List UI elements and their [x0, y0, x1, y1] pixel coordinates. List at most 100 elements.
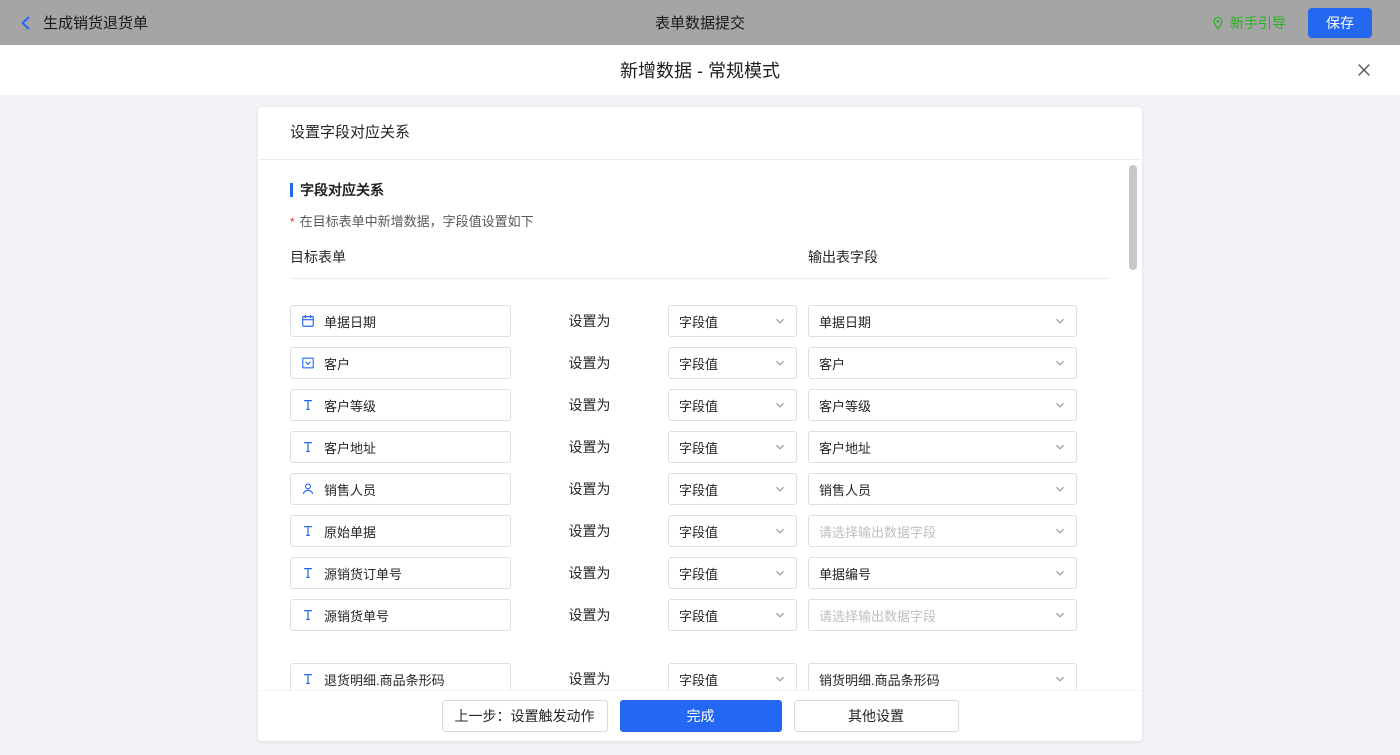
card-footer: 上一步：设置触发动作 完成 其他设置	[258, 690, 1142, 741]
value-mode-label: 字段值	[679, 566, 719, 582]
chevron-down-icon	[1054, 483, 1066, 495]
column-header-target-form: 目标表单	[290, 249, 346, 265]
location-pin-icon	[1211, 16, 1225, 30]
value-mode-label: 字段值	[679, 524, 719, 540]
card-header: 设置字段对应关系	[258, 107, 1142, 160]
value-mode-label: 字段值	[679, 356, 719, 372]
subform-group-gap	[290, 641, 1110, 663]
close-button[interactable]	[1352, 58, 1376, 82]
value-mode-label: 字段值	[679, 398, 719, 414]
chevron-down-icon	[1054, 315, 1066, 327]
target-field-label: 原始单据	[324, 524, 377, 540]
set-as-label: 设置为	[568, 397, 611, 413]
column-header-output-fields: 输出表字段	[808, 249, 878, 265]
target-field-label: 客户等级	[324, 398, 377, 414]
output-field-select[interactable]: 请选择输出数据字段	[808, 515, 1077, 547]
field-mapping-row: 客户 设置为 字段值 客户	[290, 347, 1110, 379]
dialog-body: 设置字段对应关系 字段对应关系 * 在目标表单中新增数据，字段值设置如下 目标表单…	[0, 95, 1400, 755]
chevron-down-icon	[774, 357, 786, 369]
value-mode-label: 字段值	[679, 440, 719, 456]
target-field[interactable]: 销售人员	[290, 473, 511, 505]
text-field-icon	[301, 524, 315, 538]
set-as-label: 设置为	[568, 439, 611, 455]
value-mode-select[interactable]: 字段值	[668, 305, 797, 337]
field-mapping-row: 客户地址 设置为 字段值 客户地址	[290, 431, 1110, 463]
output-field-select[interactable]: 客户等级	[808, 389, 1077, 421]
target-field[interactable]: 原始单据	[290, 515, 511, 547]
required-asterisk: *	[290, 215, 295, 229]
value-mode-select[interactable]: 字段值	[668, 557, 797, 589]
output-field-label: 销货明细.商品条形码	[819, 672, 940, 688]
scrollbar-thumb[interactable]	[1129, 165, 1137, 270]
target-field[interactable]: 客户	[290, 347, 511, 379]
previous-step-button[interactable]: 上一步：设置触发动作	[441, 700, 608, 732]
output-field-select[interactable]: 单据编号	[808, 557, 1077, 589]
chevron-down-icon	[1054, 609, 1066, 621]
section-title-row: 字段对应关系	[290, 180, 1110, 200]
topbar-title: 表单数据提交	[654, 15, 746, 32]
back-button[interactable]: 生成销货退货单	[18, 12, 148, 33]
save-button[interactable]: 保存	[1308, 7, 1372, 38]
chevron-down-icon	[774, 441, 786, 453]
text-field-icon	[301, 566, 315, 580]
chevron-down-icon	[774, 567, 786, 579]
set-as-label: 设置为	[568, 565, 611, 581]
target-field-label: 源销货单号	[324, 608, 390, 624]
select-field-icon	[301, 356, 315, 370]
chevron-down-icon	[774, 315, 786, 327]
output-field-label: 请选择输出数据字段	[819, 524, 937, 540]
output-field-select[interactable]: 销货明细.商品条形码	[808, 663, 1077, 690]
value-mode-select[interactable]: 字段值	[668, 473, 797, 505]
date-field-icon	[301, 314, 315, 328]
finish-button[interactable]: 完成	[619, 700, 782, 732]
set-as-label: 设置为	[568, 671, 611, 687]
output-field-label: 客户等级	[819, 398, 872, 414]
beginner-guide-link[interactable]: 新手引导	[1211, 13, 1286, 33]
output-field-select[interactable]: 客户	[808, 347, 1077, 379]
target-field[interactable]: 源销货订单号	[290, 557, 511, 589]
field-mapping-list: 单据日期 设置为 字段值 单据日期 客户 设置为 字段值 客户 客户等级 设置为 字段值 客户等级 客户…	[258, 279, 1142, 690]
set-as-label: 设置为	[568, 523, 611, 539]
output-field-label: 客户	[819, 356, 846, 372]
section-accent-bar	[290, 183, 293, 197]
section-title: 字段对应关系	[300, 182, 384, 198]
back-label: 生成销货退货单	[43, 15, 149, 32]
dialog-title: 新增数据 - 常规模式	[620, 61, 780, 81]
chevron-down-icon	[1054, 567, 1066, 579]
target-field-label: 单据日期	[324, 314, 377, 330]
value-mode-select[interactable]: 字段值	[668, 431, 797, 463]
set-as-label: 设置为	[568, 313, 611, 329]
user-field-icon	[301, 482, 315, 496]
chevron-down-icon	[1054, 357, 1066, 369]
value-mode-label: 字段值	[679, 314, 719, 330]
field-mapping-row: 源销货单号 设置为 字段值 请选择输出数据字段	[290, 599, 1110, 631]
field-mapping-row: 源销货订单号 设置为 字段值 单据编号	[290, 557, 1110, 589]
target-field[interactable]: 退货明细.商品条形码	[290, 663, 511, 690]
value-mode-select[interactable]: 字段值	[668, 599, 797, 631]
value-mode-select[interactable]: 字段值	[668, 515, 797, 547]
dialog-header: 新增数据 - 常规模式	[0, 45, 1400, 95]
output-field-select[interactable]: 单据日期	[808, 305, 1077, 337]
value-mode-select[interactable]: 字段值	[668, 347, 797, 379]
target-field[interactable]: 单据日期	[290, 305, 511, 337]
output-field-select[interactable]: 请选择输出数据字段	[808, 599, 1077, 631]
output-field-select[interactable]: 销售人员	[808, 473, 1077, 505]
text-field-icon	[301, 440, 315, 454]
set-as-label: 设置为	[568, 481, 611, 497]
value-mode-label: 字段值	[679, 672, 719, 688]
chevron-down-icon	[1054, 525, 1066, 537]
other-settings-button[interactable]: 其他设置	[793, 700, 959, 732]
value-mode-select[interactable]: 字段值	[668, 389, 797, 421]
target-field[interactable]: 客户等级	[290, 389, 511, 421]
value-mode-label: 字段值	[679, 482, 719, 498]
value-mode-label: 字段值	[679, 608, 719, 624]
text-field-icon	[301, 672, 315, 686]
output-field-label: 单据编号	[819, 566, 872, 582]
back-chevron-icon	[18, 15, 34, 31]
output-field-select[interactable]: 客户地址	[808, 431, 1077, 463]
value-mode-select[interactable]: 字段值	[668, 663, 797, 690]
target-field[interactable]: 客户地址	[290, 431, 511, 463]
chevron-down-icon	[774, 525, 786, 537]
output-field-label: 单据日期	[819, 314, 872, 330]
target-field[interactable]: 源销货单号	[290, 599, 511, 631]
